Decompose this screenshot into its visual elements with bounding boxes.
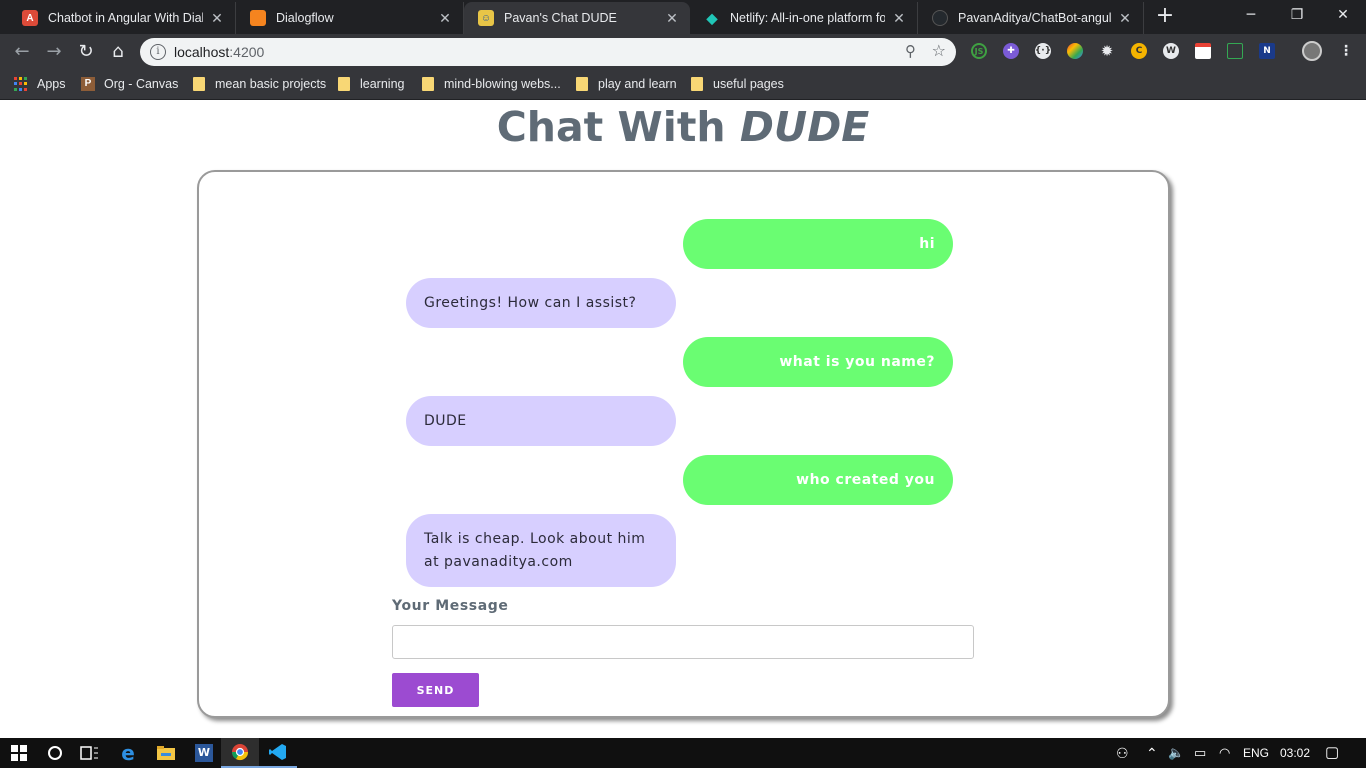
github-icon bbox=[932, 10, 948, 26]
close-tab-icon[interactable]: ✕ bbox=[209, 10, 225, 27]
bookmark-folder[interactable]: useful pages bbox=[691, 70, 784, 98]
user-message: what is you name? bbox=[683, 337, 953, 387]
tab-title: Pavan's Chat DUDE bbox=[504, 11, 617, 25]
vscode-icon[interactable] bbox=[259, 738, 297, 768]
edge-browser-icon[interactable]: e bbox=[109, 738, 147, 768]
tab-title: PavanAditya/ChatBot-angular- bbox=[958, 11, 1111, 25]
screenshot-extension-icon[interactable] bbox=[1227, 43, 1243, 59]
user-message: hi bbox=[683, 219, 953, 269]
profile-avatar[interactable] bbox=[1302, 41, 1322, 61]
bot-message: DUDE bbox=[406, 396, 676, 446]
close-tab-icon[interactable]: ✕ bbox=[1117, 10, 1133, 27]
wappalyzer-extension-icon[interactable]: W bbox=[1163, 43, 1179, 59]
app-icon: ☺ bbox=[478, 10, 494, 26]
forward-button[interactable]: → bbox=[42, 40, 66, 64]
language-indicator[interactable]: ENG bbox=[1243, 738, 1269, 768]
browser-tab[interactable]: Dialogflow ✕ bbox=[236, 2, 464, 34]
json-extension-icon[interactable]: {·} bbox=[1035, 43, 1051, 59]
tab-title: Netlify: All-in-one platform for bbox=[730, 11, 885, 25]
address-bar[interactable]: i localhost:4200 ⚲ ☆ bbox=[140, 38, 956, 66]
task-view-icon[interactable] bbox=[70, 738, 108, 768]
n-extension-icon[interactable]: N bbox=[1259, 43, 1275, 59]
close-tab-icon[interactable]: ✕ bbox=[664, 10, 680, 27]
volume-icon[interactable]: 🔈 bbox=[1168, 738, 1184, 768]
url-text: localhost:4200 bbox=[174, 44, 265, 60]
nodejs-extension-icon[interactable]: JS bbox=[971, 43, 987, 59]
battery-icon[interactable]: ▭ bbox=[1194, 738, 1206, 768]
dialogflow-icon bbox=[250, 10, 266, 26]
page-title: Chat With DUDE bbox=[496, 103, 870, 151]
page-content: Chat With DUDE hi Greetings! How can I a… bbox=[0, 101, 1366, 738]
message-input[interactable] bbox=[392, 625, 974, 659]
folder-icon bbox=[576, 77, 588, 91]
bookmarks-bar: Apps P Org - Canvas mean basic projects … bbox=[0, 70, 1366, 100]
zoom-icon[interactable]: ⚲ bbox=[905, 42, 916, 60]
word-icon[interactable]: W bbox=[185, 738, 223, 768]
netlify-icon: ◆ bbox=[706, 9, 718, 26]
folder-icon bbox=[338, 77, 350, 91]
menu-icon[interactable]: ⋮ bbox=[1338, 43, 1354, 59]
calendar-extension-icon[interactable] bbox=[1195, 43, 1211, 59]
folder-icon bbox=[691, 77, 703, 91]
bookmark-star-icon[interactable]: ☆ bbox=[932, 41, 946, 60]
restore-window-button[interactable]: ❐ bbox=[1274, 0, 1320, 30]
bookmark-folder[interactable]: mean basic projects bbox=[193, 70, 326, 98]
search-circle-icon[interactable] bbox=[36, 738, 74, 768]
user-message: who created you bbox=[683, 455, 953, 505]
bookmark-org-canvas[interactable]: P Org - Canvas bbox=[81, 70, 178, 98]
close-tab-icon[interactable]: ✕ bbox=[891, 10, 907, 27]
chat-card: hi Greetings! How can I assist? what is … bbox=[197, 170, 1170, 718]
bot-message: Talk is cheap. Look about him at pavanad… bbox=[406, 514, 676, 587]
close-tab-icon[interactable]: ✕ bbox=[437, 10, 453, 27]
browser-tab[interactable]: PavanAditya/ChatBot-angular- ✕ bbox=[918, 2, 1144, 34]
colorpicker-extension-icon[interactable] bbox=[1067, 43, 1083, 59]
message-label: Your Message bbox=[392, 598, 509, 614]
apps-grid-icon bbox=[14, 77, 28, 91]
canvas-icon: P bbox=[81, 77, 95, 91]
folder-icon bbox=[193, 77, 205, 91]
browser-tab[interactable]: A Chatbot in Angular With Dialogflow ✕ bbox=[8, 2, 236, 34]
chrome-icon[interactable] bbox=[221, 738, 259, 768]
bot-message: Greetings! How can I assist? bbox=[406, 278, 676, 328]
show-hidden-icons[interactable]: ⌃ bbox=[1146, 738, 1158, 768]
browser-tab-active[interactable]: ☺ Pavan's Chat DUDE ✕ bbox=[464, 2, 690, 34]
bookmark-folder[interactable]: play and learn bbox=[576, 70, 677, 98]
bookmark-apps[interactable]: Apps bbox=[14, 70, 66, 98]
site-info-icon[interactable]: i bbox=[150, 44, 166, 60]
tab-title: Dialogflow bbox=[276, 11, 334, 25]
colorful-extension-icon[interactable]: ✚ bbox=[1003, 43, 1019, 59]
browser-tab-strip: A Chatbot in Angular With Dialogflow ✕ D… bbox=[0, 0, 1366, 34]
bookmark-folder[interactable]: mind-blowing webs... bbox=[422, 70, 561, 98]
settings-extension-icon[interactable]: ✹ bbox=[1099, 42, 1115, 60]
file-explorer-icon[interactable] bbox=[147, 738, 185, 768]
wifi-icon[interactable]: ◠ bbox=[1219, 738, 1230, 768]
angular-icon: A bbox=[22, 10, 38, 26]
reload-button[interactable]: ↻ bbox=[74, 40, 98, 64]
browser-tab[interactable]: ◆ Netlify: All-in-one platform for ✕ bbox=[690, 2, 918, 34]
windows-start-icon[interactable] bbox=[0, 738, 38, 768]
bookmark-folder[interactable]: learning bbox=[338, 70, 404, 98]
new-tab-button[interactable]: + bbox=[1152, 4, 1178, 30]
back-button[interactable]: ← bbox=[10, 40, 34, 64]
browser-toolbar: ← → ↻ ⌂ i localhost:4200 ⚲ ☆ bbox=[0, 34, 1366, 70]
windows-taskbar: e W ⚇ ⌃ 🔈 ▭ ◠ ENG 03:02 ▢ bbox=[0, 738, 1366, 768]
folder-icon bbox=[422, 77, 434, 91]
tab-title: Chatbot in Angular With Dialogflow bbox=[48, 11, 203, 25]
minimize-window-button[interactable]: ─ bbox=[1228, 0, 1274, 30]
send-button[interactable]: SEND bbox=[392, 673, 479, 707]
close-window-button[interactable]: ✕ bbox=[1320, 0, 1366, 30]
people-icon[interactable]: ⚇ bbox=[1116, 738, 1129, 768]
clock[interactable]: 03:02 bbox=[1280, 738, 1310, 768]
notifications-icon[interactable]: ▢ bbox=[1325, 738, 1339, 768]
home-button[interactable]: ⌂ bbox=[106, 40, 130, 64]
c-extension-icon[interactable]: C bbox=[1131, 43, 1147, 59]
